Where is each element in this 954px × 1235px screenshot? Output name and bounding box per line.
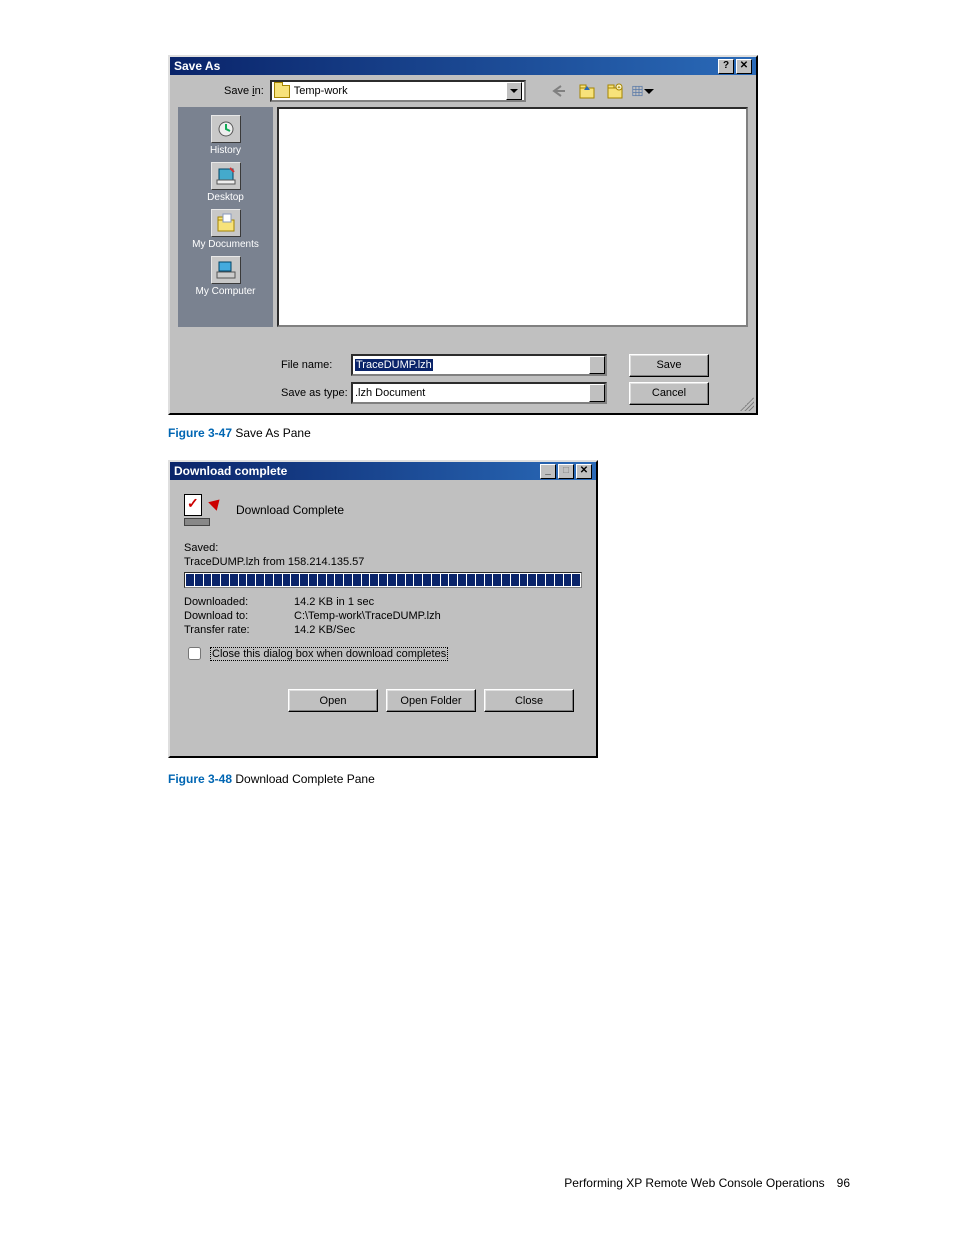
close-button[interactable]: ✕	[576, 464, 592, 479]
dropdown-button[interactable]	[589, 356, 605, 374]
figure-caption-1: Figure 3-47 Save As Pane	[168, 426, 311, 440]
sidebar-item-mydocuments[interactable]: My Documents	[178, 207, 273, 252]
close-when-complete-checkbox[interactable]	[188, 647, 201, 660]
svg-text:✦: ✦	[617, 85, 621, 91]
sidebar-item-label: My Documents	[192, 239, 259, 250]
help-button[interactable]: ?	[718, 59, 734, 74]
close-when-complete-label: Close this dialog box when download comp…	[210, 647, 448, 661]
file-name-label: File name:	[273, 359, 351, 371]
save-as-type-label: Save as type:	[273, 387, 351, 399]
save-in-combo[interactable]: Temp-work	[270, 80, 526, 102]
page-footer: Performing XP Remote Web Console Operati…	[564, 1176, 850, 1190]
download-titlebar[interactable]: Download complete _ □ ✕	[170, 462, 596, 480]
save-as-type-value: .lzh Document	[355, 387, 425, 399]
computer-icon	[211, 256, 241, 284]
sidebar-item-label: Desktop	[207, 192, 244, 203]
sidebar-item-label: History	[210, 145, 241, 156]
sidebar-item-history[interactable]: History	[178, 113, 273, 158]
close-button[interactable]: Close	[484, 689, 574, 712]
download-to-row: Download to: C:\Temp-work\TraceDUMP.lzh	[184, 610, 582, 622]
progress-bar	[184, 572, 582, 588]
file-list-area[interactable]	[277, 107, 748, 327]
downloaded-row: Downloaded: 14.2 KB in 1 sec	[184, 596, 582, 608]
minimize-button[interactable]: _	[540, 464, 556, 479]
open-button[interactable]: Open	[288, 689, 378, 712]
sidebar-item-desktop[interactable]: Desktop	[178, 160, 273, 205]
documents-icon	[211, 209, 241, 237]
resize-grip[interactable]	[740, 397, 754, 411]
dropdown-button[interactable]	[589, 384, 605, 402]
up-one-level-icon[interactable]	[576, 81, 598, 101]
save-button[interactable]: Save	[629, 354, 709, 377]
places-sidebar: History Desktop My Documents My Computer	[178, 107, 273, 327]
save-as-type-select[interactable]: .lzh Document	[351, 382, 607, 404]
saved-text: TraceDUMP.lzh from 158.214.135.57	[184, 556, 582, 568]
views-icon[interactable]	[632, 81, 654, 101]
new-folder-icon[interactable]: ✦	[604, 81, 626, 101]
file-name-value: TraceDUMP.lzh	[355, 359, 433, 371]
back-icon[interactable]	[548, 81, 570, 101]
save-as-titlebar[interactable]: Save As ? ✕	[170, 57, 756, 75]
download-complete-icon	[184, 494, 216, 526]
sidebar-item-mycomputer[interactable]: My Computer	[178, 254, 273, 299]
maximize-button: □	[558, 464, 574, 479]
dropdown-button[interactable]	[506, 82, 522, 100]
save-as-dialog: Save As ? ✕ Save in: Temp-work ✦	[168, 55, 758, 415]
download-heading: Download Complete	[236, 503, 344, 517]
save-in-value: Temp-work	[294, 85, 348, 97]
close-button[interactable]: ✕	[736, 59, 752, 74]
saved-label: Saved:	[184, 542, 582, 554]
transfer-rate-row: Transfer rate: 14.2 KB/Sec	[184, 624, 582, 636]
save-as-title: Save As	[174, 59, 716, 73]
desktop-icon	[211, 162, 241, 190]
cancel-button[interactable]: Cancel	[629, 382, 709, 405]
download-title: Download complete	[174, 464, 538, 478]
download-complete-dialog: Download complete _ □ ✕ Download Complet…	[168, 460, 598, 758]
figure-caption-2: Figure 3-48 Download Complete Pane	[168, 772, 375, 786]
open-folder-button[interactable]: Open Folder	[386, 689, 476, 712]
folder-icon	[274, 85, 290, 98]
history-icon	[211, 115, 241, 143]
save-in-label: Save in:	[224, 85, 264, 97]
sidebar-item-label: My Computer	[195, 286, 255, 297]
file-name-input[interactable]: TraceDUMP.lzh	[351, 354, 607, 376]
